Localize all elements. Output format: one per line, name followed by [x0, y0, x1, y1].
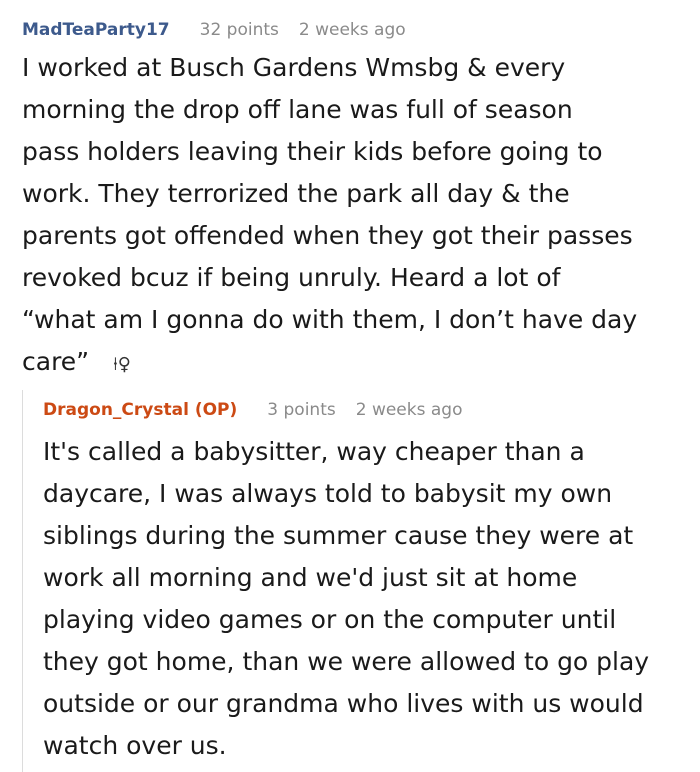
- comment-line: I worked at Busch Gardens Wmsbg & every: [22, 53, 566, 82]
- comment-line: revoked bcuz if being unruly. Heard a lo…: [22, 263, 561, 292]
- comment-username[interactable]: Dragon_Crystal (OP): [43, 396, 237, 424]
- comment-line: work all morning and we'd just sit at ho…: [43, 563, 578, 592]
- comment-username[interactable]: MadTeaParty17: [22, 16, 170, 44]
- comment-line: “what am I gonna do with them, I don’t h…: [22, 305, 638, 334]
- comment-line: daycare, I was always told to babysit my…: [43, 479, 613, 508]
- comment-line: playing video games or on the computer u…: [43, 605, 617, 634]
- comment: MadTeaParty17 32 points 2 weeks ago I wo…: [22, 16, 692, 386]
- comment-body: I worked at Busch Gardens Wmsbg & every …: [22, 47, 692, 386]
- comment-line: work. They terrorized the park all day &…: [22, 179, 570, 208]
- comment-body: It's called a babysitter, way cheaper th…: [43, 431, 693, 767]
- comment-meta: MadTeaParty17 32 points 2 weeks ago: [22, 16, 692, 44]
- comment-line: siblings during the summer cause they we…: [43, 521, 634, 550]
- comment-timestamp: 2 weeks ago: [298, 20, 406, 40]
- comment-thread: MadTeaParty17 32 points 2 weeks ago I wo…: [0, 0, 700, 772]
- comment-points: 32 points: [199, 20, 279, 40]
- comment-timestamp: 2 weeks ago: [355, 400, 463, 420]
- comment-line: pass holders leaving their kids before g…: [22, 137, 603, 166]
- comment-line: parents got offended when they got their…: [22, 221, 633, 250]
- reply-comment: Dragon_Crystal (OP) 3 points 2 weeks ago…: [43, 396, 693, 767]
- person-female-icon: ⍿♀: [113, 354, 131, 375]
- comment-line: outside or our grandma who lives with us…: [43, 689, 644, 718]
- reply-thread-line: [22, 390, 23, 772]
- comment-points: 3 points: [267, 400, 336, 420]
- comment-line: watch over us.: [43, 731, 227, 760]
- comment-meta: Dragon_Crystal (OP) 3 points 2 weeks ago: [43, 396, 693, 424]
- comment-line: morning the drop off lane was full of se…: [22, 95, 573, 124]
- comment-line: care”: [22, 347, 90, 376]
- comment-line: they got home, than we were allowed to g…: [43, 647, 650, 676]
- comment-line: It's called a babysitter, way cheaper th…: [43, 437, 585, 466]
